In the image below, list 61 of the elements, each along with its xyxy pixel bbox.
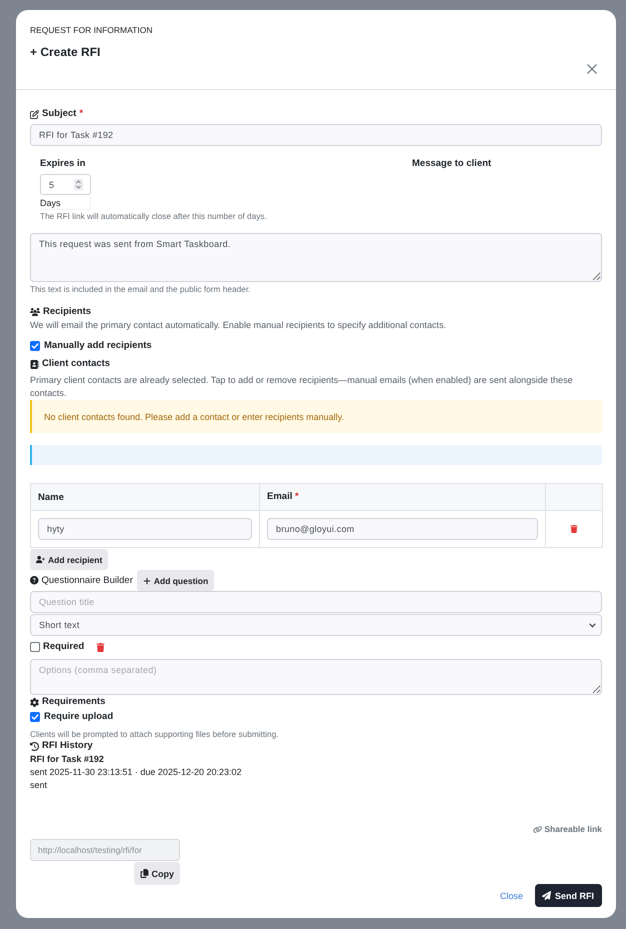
copy-button[interactable]: Copy [134, 862, 180, 885]
checkbox-label[interactable]: Required [43, 640, 84, 654]
history-dates: sent 2025-11-30 23:13:51 · due 2025-12-20 20:23:02 [30, 766, 242, 779]
history-title: RFI for Task #192 [30, 753, 105, 766]
user-plus-icon [36, 555, 45, 564]
add-recipient-button[interactable]: Add recipient [30, 549, 108, 570]
client-contacts-description: Primary client contacts are already selected. Tap to add or remove recipients—manual emails (when enabled) are sent alongside these contacts. [30, 374, 574, 400]
delete-button[interactable] [96, 642, 106, 652]
recipients-heading: Recipients [43, 305, 92, 319]
send-rfi-button[interactable]: Send RFI [534, 884, 602, 907]
paper-plane-icon [542, 891, 551, 900]
required-mark: * [294, 491, 299, 502]
close-icon [587, 64, 597, 74]
warning-alert: No client contacts found. Please add a contact or enter recipients manually. [30, 400, 602, 433]
trash-icon [570, 525, 578, 533]
checkbox[interactable] [30, 642, 40, 652]
copy-icon [140, 869, 148, 878]
settings-icon [30, 698, 39, 706]
address-book-icon [30, 360, 39, 368]
edit-icon [30, 110, 39, 118]
delete-button[interactable] [570, 525, 578, 533]
history-icon [30, 742, 39, 750]
column-label: Email [267, 491, 292, 502]
chevron-down-icon [589, 622, 596, 628]
days-label: Days [40, 196, 91, 210]
options-field[interactable]: Options (comma separated) [30, 659, 602, 695]
expires-help-text: The RFI link will automatically close after this number of days. [39, 210, 268, 222]
questionnaire-heading: Questionnaire Builder [42, 574, 133, 588]
expires-field[interactable]: 5 [40, 174, 91, 195]
recipients-description: We will email the primary contact automatically. Enable manual recipients to specify additional contacts. [30, 319, 448, 331]
shareable-link-label: Shareable link [544, 823, 602, 836]
message-help-text: This text is included in the email and the public form header. [30, 283, 252, 295]
subject-label: Subject [42, 107, 76, 121]
required-mark: * [79, 107, 84, 121]
history-heading: RFI History [42, 740, 93, 752]
plus-icon [142, 576, 151, 584]
question-title-field[interactable]: Question title [30, 591, 602, 613]
link-icon [533, 824, 542, 834]
client-contacts-heading: Client contacts [42, 357, 110, 371]
column-label: Name [38, 492, 64, 502]
question-type-select[interactable]: Short text [30, 614, 602, 636]
subject-field[interactable]: RFI for Task #192 [30, 124, 602, 146]
email-field[interactable]: bruno@gloyui.com [267, 518, 538, 540]
name-field[interactable]: hyty [38, 518, 252, 540]
checkbox-label[interactable]: Require upload [44, 710, 114, 724]
close-link[interactable]: Close [500, 890, 523, 900]
checkbox[interactable] [30, 712, 40, 722]
users-icon [30, 307, 40, 317]
expires-label: Expires in [40, 157, 86, 170]
upload-help-text: Clients will be prompted to attach supporting files before submitting. [30, 728, 280, 740]
trash-icon [96, 642, 106, 652]
history-status: sent [30, 779, 48, 792]
add-question-button[interactable]: Add question [136, 570, 214, 591]
stepper-icon [74, 179, 83, 190]
message-field[interactable]: This request was sent from Smart Taskboard. [30, 233, 602, 282]
message-label: Message to client [412, 157, 492, 170]
modal-eyebrow: REQUEST FOR INFORMATION [30, 24, 152, 36]
checkbox[interactable] [30, 341, 40, 351]
checkbox-label[interactable]: Manually add recipients [44, 339, 152, 353]
requirements-heading: Requirements [42, 695, 106, 709]
modal-title: + Create RFI [30, 44, 102, 60]
